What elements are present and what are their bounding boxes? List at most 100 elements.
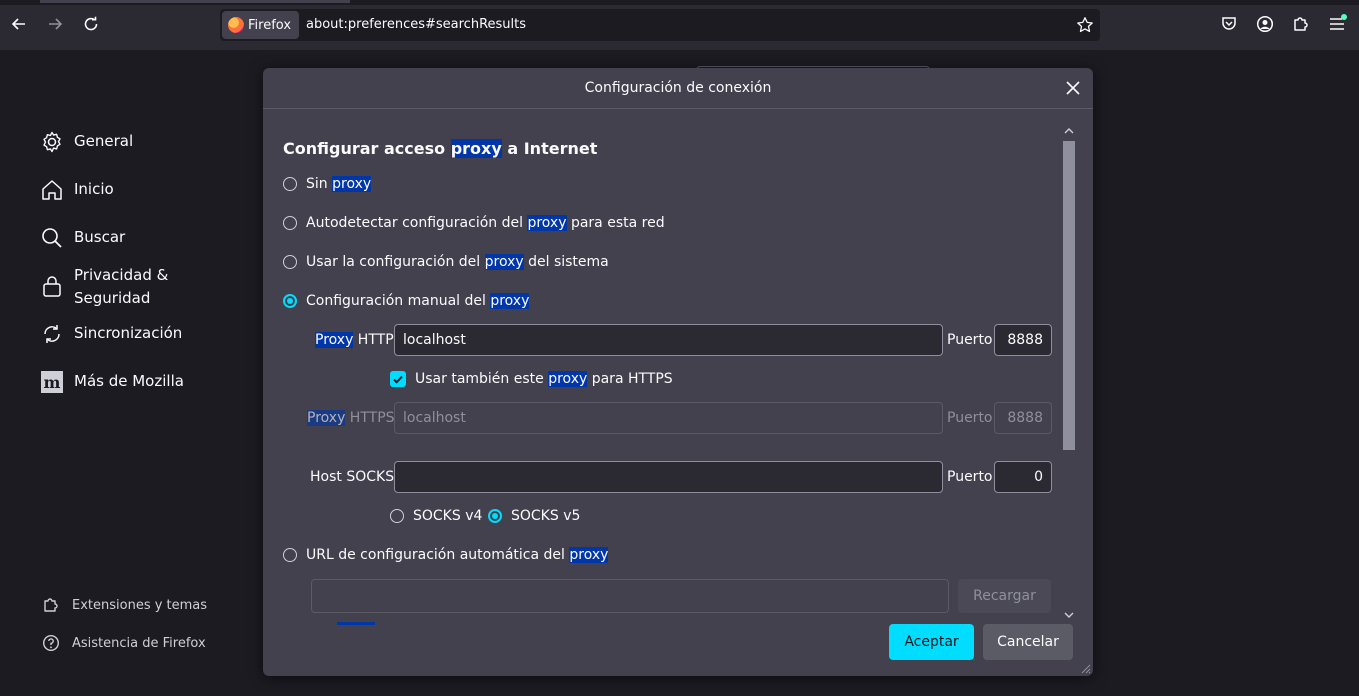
label-highlight: proxy xyxy=(490,293,530,309)
sidebar-footer-help[interactable]: Asistencia de Firefox xyxy=(42,634,206,652)
label-highlight: proxy xyxy=(527,215,567,231)
radio-circle[interactable] xyxy=(283,255,297,269)
label-text: Autodetectar configuración del xyxy=(306,215,528,231)
label-text: URL de configuración automática del xyxy=(306,547,570,563)
url-text[interactable]: about:preferences#searchResults xyxy=(306,9,526,41)
footer-label-extensions: Extensiones y temas xyxy=(72,597,208,613)
chevron-down-icon xyxy=(1064,612,1074,618)
radio-auto-config-url[interactable]: URL de configuración automática del prox… xyxy=(283,547,609,563)
label-text: Usar la configuración del xyxy=(306,254,485,270)
label-text: Usar también este xyxy=(415,371,549,387)
radio-circle-selected[interactable] xyxy=(283,294,297,308)
http-port-input[interactable]: 8888 xyxy=(994,324,1052,356)
radio-auto-detect[interactable]: Autodetectar configuración del proxy par… xyxy=(283,215,665,231)
puzzle-icon xyxy=(1294,17,1308,31)
radio-system-proxy[interactable]: Usar la configuración del proxy del sist… xyxy=(283,254,609,270)
svg-text:m: m xyxy=(44,373,61,392)
label-text: HTTP xyxy=(353,332,394,348)
socks-port-label: Puerto xyxy=(947,469,993,485)
radio-socks-v5[interactable]: SOCKS v5 xyxy=(488,508,580,524)
sidebar-item-privacy[interactable]: Privacidad & Seguridad xyxy=(40,264,168,310)
label-highlight: proxy xyxy=(569,547,609,563)
label-text-end: para esta red xyxy=(566,215,665,231)
url-bar[interactable]: Firefox about:preferences#searchResults xyxy=(220,9,1100,41)
bookmark-star-icon[interactable] xyxy=(1076,16,1094,34)
sidebar-item-sync[interactable]: Sincronización xyxy=(40,322,182,346)
active-tab-edge[interactable] xyxy=(40,0,350,3)
radio-circle[interactable] xyxy=(283,216,297,230)
heading-text-end: a Internet xyxy=(501,139,598,158)
radio-label: Sin proxy xyxy=(306,176,372,192)
home-icon xyxy=(42,180,62,200)
sidebar-label-sync: Sincronización xyxy=(74,324,183,342)
proxy-heading: Configurar acceso proxy a Internet xyxy=(283,139,597,158)
http-proxy-label: Proxy HTTP xyxy=(315,332,394,348)
use-proxy-for-https-checkbox[interactable]: Usar también este proxy para HTTPS xyxy=(390,371,673,387)
cancel-button[interactable]: Cancelar xyxy=(983,624,1073,660)
accept-button[interactable]: Aceptar xyxy=(889,624,974,660)
scrollbar-thumb[interactable] xyxy=(1063,141,1075,450)
dialog-scrollbar[interactable] xyxy=(1061,124,1077,624)
https-port-label: Puerto xyxy=(947,410,993,426)
label-text: HTTPS xyxy=(345,410,395,426)
radio-circle[interactable] xyxy=(283,548,297,562)
close-icon xyxy=(1066,81,1080,95)
pocket-icon xyxy=(1222,17,1236,30)
radio-circle-selected[interactable] xyxy=(488,509,502,523)
checkbox-checked[interactable] xyxy=(390,371,406,387)
scroll-up-button[interactable] xyxy=(1061,124,1077,138)
arrow-right-icon xyxy=(49,18,63,30)
search-icon xyxy=(42,228,62,248)
sidebar-item-home[interactable]: Inicio xyxy=(40,178,114,202)
sync-icon xyxy=(44,325,60,343)
radio-label: Usar la configuración del proxy del sist… xyxy=(306,254,609,270)
radio-circle[interactable] xyxy=(283,177,297,191)
arrow-left-icon xyxy=(11,18,25,30)
sidebar-label-search: Buscar xyxy=(74,228,126,246)
close-button[interactable] xyxy=(1061,76,1085,100)
forward-button[interactable] xyxy=(39,8,71,40)
https-proxy-input[interactable]: localhost xyxy=(394,402,943,434)
radio-circle[interactable] xyxy=(390,509,404,523)
sidebar-item-search[interactable]: Buscar xyxy=(40,226,125,250)
scroll-down-button[interactable] xyxy=(1061,608,1077,622)
https-port-input[interactable]: 8888 xyxy=(994,402,1052,434)
gear-icon xyxy=(43,131,61,153)
extensions-button[interactable] xyxy=(1285,8,1317,40)
identity-label: Firefox xyxy=(248,17,292,33)
http-proxy-input[interactable]: localhost xyxy=(394,324,943,356)
sidebar-item-mozilla[interactable]: m Más de Mozilla xyxy=(40,370,184,394)
label-text: Sin xyxy=(306,176,333,192)
http-port-label: Puerto xyxy=(947,332,993,348)
label-text-end: para HTTPS xyxy=(587,371,673,387)
account-button[interactable] xyxy=(1249,8,1281,40)
account-icon xyxy=(1256,15,1274,33)
radio-no-proxy[interactable]: Sin proxy xyxy=(283,176,372,192)
identity-box[interactable]: Firefox xyxy=(222,11,300,39)
label-highlight: proxy xyxy=(484,254,524,270)
checkmark-icon xyxy=(393,375,403,384)
reload-button[interactable] xyxy=(75,8,107,40)
label-highlight: proxy xyxy=(332,176,372,192)
back-button[interactable] xyxy=(3,8,35,40)
sidebar-item-general[interactable]: General xyxy=(40,130,133,154)
radio-label: URL de configuración automática del prox… xyxy=(306,547,609,563)
resize-grip-icon[interactable] xyxy=(1079,662,1091,674)
tab-strip xyxy=(0,0,1359,5)
sidebar-label-mozilla: Más de Mozilla xyxy=(74,372,184,390)
puzzle-icon xyxy=(44,598,58,612)
radio-label: Configuración manual del proxy xyxy=(306,293,530,309)
pocket-button[interactable] xyxy=(1213,8,1245,40)
socks-port-input[interactable]: 0 xyxy=(994,461,1052,493)
radio-label: SOCKS v5 xyxy=(511,508,581,524)
reload-icon xyxy=(84,16,98,31)
sidebar-footer-extensions[interactable]: Extensiones y temas xyxy=(42,596,207,614)
socks-host-input[interactable] xyxy=(394,461,943,493)
reload-button[interactable]: Recargar xyxy=(958,579,1051,613)
auto-config-url-input[interactable] xyxy=(311,579,949,613)
radio-socks-v4[interactable]: SOCKS v4 xyxy=(390,508,482,524)
menu-button[interactable] xyxy=(1321,8,1353,40)
radio-manual-proxy[interactable]: Configuración manual del proxy xyxy=(283,293,530,309)
label-text-end: del sistema xyxy=(523,254,609,270)
update-dot-icon xyxy=(1341,14,1347,20)
